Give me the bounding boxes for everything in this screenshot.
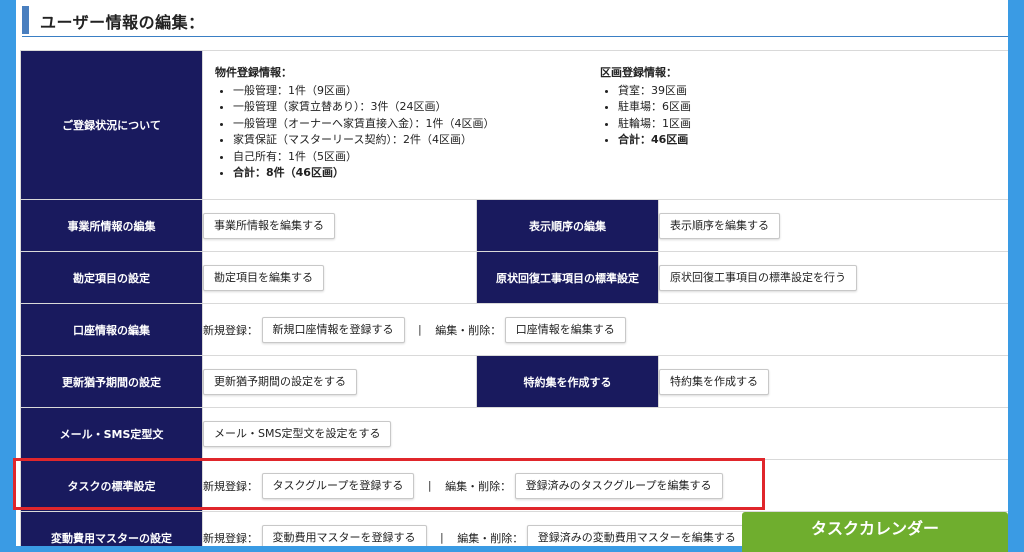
register-task-group-button[interactable]: タスクグループを登録する: [261, 472, 415, 499]
renewal-settings-button[interactable]: 更新猶予期間の設定をする: [203, 368, 357, 395]
edit-office-button[interactable]: 事業所情報を編集する: [203, 212, 335, 239]
registration-info: 物件登録情報： 一般管理：1件（9区画） 一般管理（家賃立替あり）：3件（24区…: [201, 50, 1008, 200]
section-total: 合計：46区画: [618, 132, 691, 149]
table-row: 更新猶予期間の設定 更新猶予期間の設定をする 特約集を作成する 特約集を作成する: [20, 355, 1008, 408]
section-info-title: 区画登録情報：: [600, 66, 677, 79]
variable-cost-header: 変動費用マスターの設定: [20, 511, 203, 546]
registration-header: ご登録状況について: [20, 50, 203, 200]
display-order-header: 表示順序の編集: [476, 199, 659, 252]
separator: |: [418, 323, 422, 336]
variable-cost-edit-label: 編集・削除：: [457, 531, 524, 545]
edit-variable-cost-button[interactable]: 登録済みの変動費用マスターを編集する: [526, 524, 747, 546]
table-row: メール・SMS定型文 メール・SMS定型文を設定をする: [20, 407, 1008, 460]
settings-panel: ユーザー情報の編集： ご登録状況について 物件登録情報： 一般管理：1件（9区画…: [16, 0, 1008, 546]
restoration-settings-button[interactable]: 原状回復工事項目の標準設定を行う: [659, 264, 857, 291]
bank-edit-label: 編集・削除：: [435, 323, 502, 337]
page-title-bar: ユーザー情報の編集：: [22, 4, 1008, 37]
account-items-header: 勘定項目の設定: [20, 251, 203, 304]
property-info-title: 物件登録情報：: [215, 66, 292, 79]
list-item: 家賃保証（マスターリース契約）：2件（4区画）: [233, 132, 495, 149]
register-bank-button[interactable]: 新規口座情報を登録する: [261, 316, 405, 343]
edit-task-group-button[interactable]: 登録済みのタスクグループを編集する: [514, 472, 723, 499]
renewal-header: 更新猶予期間の設定: [20, 355, 203, 408]
bank-new-label: 新規登録：: [203, 323, 258, 337]
table-row: 口座情報の編集 新規登録： 新規口座情報を登録する | 編集・削除： 口座情報を…: [20, 303, 1008, 356]
list-item: 駐車場：6区画: [618, 99, 691, 116]
table-row: 事業所情報の編集 事業所情報を編集する 表示順序の編集 表示順序を編集する: [20, 199, 1008, 252]
task-new-label: 新規登録：: [203, 479, 258, 493]
mail-sms-header: メール・SMS定型文: [20, 407, 203, 460]
section-info: 区画登録情報： 貸室：39区画 駐車場：6区画 駐輪場：1区画 合計：46区画: [600, 65, 691, 149]
settings-table: ご登録状況について 物件登録情報： 一般管理：1件（9区画） 一般管理（家賃立替…: [20, 50, 1008, 546]
special-terms-header: 特約集を作成する: [476, 355, 659, 408]
task-edit-label: 編集・削除：: [445, 479, 512, 493]
list-item: 一般管理（オーナーへ家賃直接入金）：1件（4区画）: [233, 116, 495, 133]
restoration-header: 原状回復工事項目の標準設定: [476, 251, 659, 304]
list-item: 自己所有：1件（5区画）: [233, 149, 495, 166]
edit-display-order-button[interactable]: 表示順序を編集する: [659, 212, 780, 239]
mail-sms-settings-button[interactable]: メール・SMS定型文を設定をする: [203, 420, 392, 447]
task-header: タスクの標準設定: [20, 459, 203, 512]
separator: |: [427, 479, 432, 492]
table-row: 勘定項目の設定 勘定項目を編集する 原状回復工事項目の標準設定 原状回復工事項目…: [20, 251, 1008, 304]
bank-header: 口座情報の編集: [20, 303, 203, 356]
create-special-terms-button[interactable]: 特約集を作成する: [659, 368, 769, 395]
page-title: ユーザー情報の編集：: [40, 13, 205, 32]
separator: |: [440, 531, 444, 544]
edit-bank-button[interactable]: 口座情報を編集する: [504, 316, 626, 343]
title-accent-bar: [22, 6, 29, 34]
office-header: 事業所情報の編集: [20, 199, 203, 252]
registration-row: ご登録状況について 物件登録情報： 一般管理：1件（9区画） 一般管理（家賃立替…: [20, 50, 1008, 200]
property-total: 合計：8件（46区画）: [233, 165, 495, 182]
list-item: 一般管理：1件（9区画）: [233, 83, 495, 100]
list-item: 貸室：39区画: [618, 83, 691, 100]
table-row: タスクの標準設定 新規登録： タスクグループを登録する | 編集・削除： 登録済…: [20, 459, 1008, 512]
property-info: 物件登録情報： 一般管理：1件（9区画） 一般管理（家賃立替あり）：3件（24区…: [215, 65, 495, 182]
edit-account-items-button[interactable]: 勘定項目を編集する: [203, 264, 324, 291]
list-item: 一般管理（家賃立替あり）：3件（24区画）: [233, 99, 495, 116]
list-item: 駐輪場：1区画: [618, 116, 691, 133]
variable-cost-new-label: 新規登録：: [203, 531, 258, 545]
task-calendar-button[interactable]: タスクカレンダー: [742, 512, 1008, 552]
register-variable-cost-button[interactable]: 変動費用マスターを登録する: [261, 524, 427, 546]
